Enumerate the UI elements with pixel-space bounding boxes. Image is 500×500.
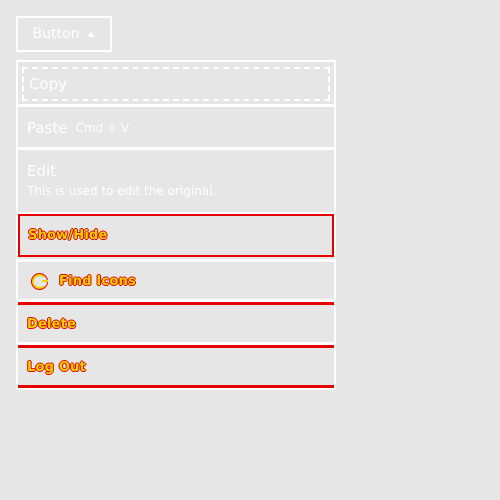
trigger-label: Button [32, 26, 80, 42]
delete-label: Delete [27, 316, 77, 332]
menu-divider [18, 104, 334, 107]
menu-divider [18, 147, 334, 150]
edit-label: Edit [27, 162, 57, 180]
dropdown-trigger-button[interactable]: Button [16, 16, 112, 52]
menu-item-copy[interactable]: Copy [18, 64, 334, 104]
paste-shortcut: Cmd + V [75, 121, 130, 135]
dropdown-menu: Copy Paste Cmd + V Edit This is used to … [16, 60, 336, 390]
copy-label: Copy [29, 75, 68, 93]
paste-label: Paste [27, 119, 68, 137]
log-out-label: Log Out [27, 359, 86, 375]
menu-item-find-icons[interactable]: Find Icons [18, 262, 334, 300]
find-icons-label: Find Icons [59, 273, 136, 289]
menu-item-log-out[interactable]: Log Out [18, 348, 334, 386]
menu-divider-highlight [18, 385, 334, 388]
menu-item-paste[interactable]: Paste Cmd + V [18, 109, 334, 147]
menu-item-show-hide[interactable]: Show/Hide [18, 214, 334, 257]
caret-up-icon [87, 31, 96, 37]
edit-description: This is used to edit the original. [27, 184, 217, 198]
find-icons-icon [31, 272, 48, 290]
show-hide-label: Show/Hide [28, 228, 108, 243]
menu-item-delete[interactable]: Delete [18, 305, 334, 343]
copy-focus-outline: Copy [22, 67, 330, 101]
menu-item-edit[interactable]: Edit This is used to edit the original. [18, 152, 334, 212]
